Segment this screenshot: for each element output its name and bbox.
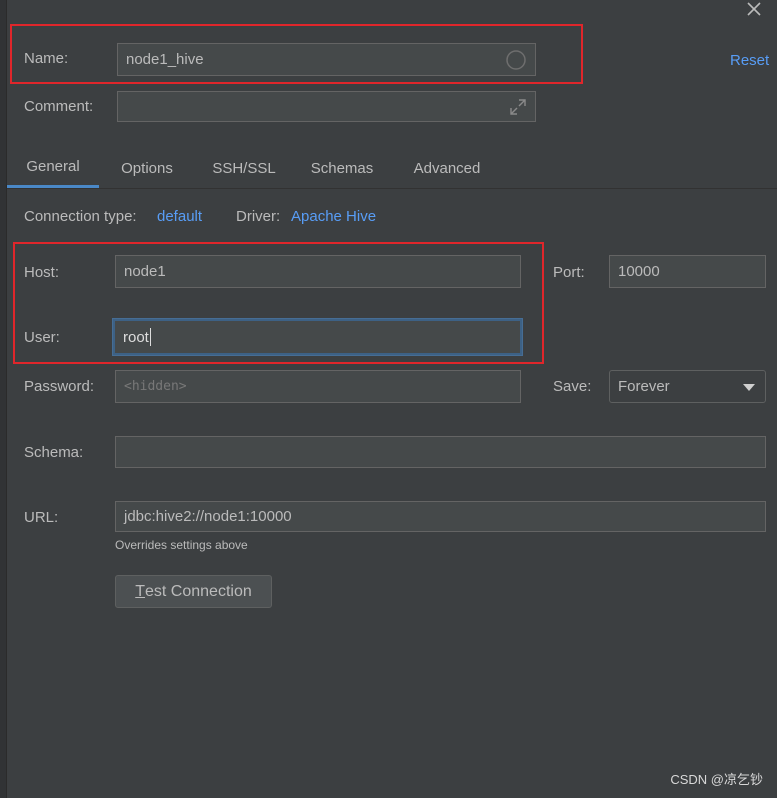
driver-link[interactable]: Apache Hive <box>291 208 376 225</box>
host-input[interactable]: node1 <box>115 255 521 288</box>
password-placeholder: <hidden> <box>124 379 187 394</box>
circle-icon <box>506 50 526 70</box>
tab-bar-divider <box>7 188 777 189</box>
password-label: Password: <box>24 378 95 395</box>
tab-ssh-ssl-label: SSH/SSL <box>212 159 276 177</box>
name-input[interactable]: node1_hive <box>117 43 536 76</box>
port-value: 10000 <box>618 263 660 280</box>
expand-icon[interactable] <box>509 98 527 116</box>
tab-options-label: Options <box>121 159 173 177</box>
user-value: root <box>123 328 149 346</box>
user-label: User: <box>24 329 60 346</box>
schema-input[interactable] <box>115 436 766 468</box>
url-label: URL: <box>24 509 59 526</box>
tab-schemas-label: Schemas <box>310 159 374 177</box>
tab-advanced[interactable]: Advanced <box>401 148 493 188</box>
test-connection-button[interactable]: Test Connection <box>115 575 272 608</box>
comment-label: Comment: <box>24 98 94 115</box>
watermark: CSDN @凉乞钞 <box>670 772 763 787</box>
url-input[interactable]: jdbc:hive2://node1:10000 <box>115 501 766 532</box>
tab-options[interactable]: Options <box>107 148 187 188</box>
password-input[interactable]: <hidden> <box>115 370 521 403</box>
reset-link[interactable]: Reset <box>730 52 769 69</box>
driver-label: Driver: <box>236 208 281 225</box>
user-input[interactable]: root <box>113 319 522 355</box>
url-value: jdbc:hive2://node1:10000 <box>124 508 292 525</box>
connection-type-label: Connection type: <box>24 208 137 225</box>
close-icon[interactable] <box>746 1 762 17</box>
tab-ssh-ssl[interactable]: SSH/SSL <box>203 148 285 188</box>
comment-input[interactable] <box>117 91 536 122</box>
name-label: Name: <box>24 50 69 67</box>
name-value: node1_hive <box>126 51 204 68</box>
host-label: Host: <box>24 264 60 281</box>
port-input[interactable]: 10000 <box>609 255 766 288</box>
left-panel-edge <box>0 0 7 798</box>
save-select[interactable]: Forever <box>609 370 766 403</box>
schema-label: Schema: <box>24 444 84 461</box>
tab-advanced-label: Advanced <box>413 159 481 177</box>
test-connection-label: est Connection <box>145 582 252 600</box>
url-hint: Overrides settings above <box>115 538 248 552</box>
tab-general[interactable]: General <box>7 148 99 188</box>
save-value: Forever <box>618 378 670 395</box>
text-caret <box>149 328 151 346</box>
connection-type-link[interactable]: default <box>157 208 202 225</box>
chevron-down-icon <box>743 384 755 391</box>
tab-general-label: General <box>26 158 80 175</box>
save-label: Save: <box>553 378 592 395</box>
tab-schemas[interactable]: Schemas <box>300 148 384 188</box>
port-label: Port: <box>553 264 585 281</box>
test-connection-mnemonic: T <box>135 582 146 600</box>
host-value: node1 <box>124 263 166 280</box>
